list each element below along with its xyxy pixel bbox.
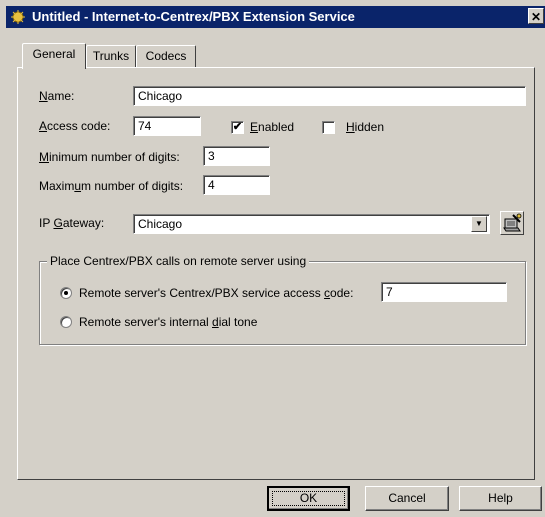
min-digits-label: Minimum number of digits: bbox=[39, 150, 180, 164]
gateway-properties-icon bbox=[503, 213, 522, 232]
groupbox-title: Place Centrex/PBX calls on remote server… bbox=[47, 254, 310, 268]
gateway-properties-button[interactable] bbox=[500, 211, 524, 235]
radio-access-code[interactable] bbox=[60, 287, 72, 299]
focus-rect bbox=[272, 491, 345, 506]
radio-internal-dial-tone[interactable] bbox=[60, 316, 72, 328]
ip-gateway-select[interactable]: Chicago bbox=[133, 214, 490, 234]
chevron-down-icon[interactable]: ▼ bbox=[471, 216, 487, 232]
min-digits-field[interactable]: 3 bbox=[203, 146, 270, 166]
max-digits-field[interactable]: 4 bbox=[203, 175, 270, 195]
remote-server-groupbox bbox=[39, 261, 526, 345]
access-code-label: Access code: bbox=[39, 119, 111, 133]
cancel-button-label: Cancel bbox=[388, 491, 426, 505]
max-digits-label: Maximum number of digits: bbox=[39, 179, 184, 193]
remote-access-code-field[interactable]: 7 bbox=[381, 282, 507, 302]
name-label: Name: bbox=[39, 89, 75, 103]
name-field[interactable]: Chicago bbox=[133, 86, 526, 106]
dialog-window: Untitled - Internet-to-Centrex/PBX Exten… bbox=[0, 0, 545, 517]
ip-gateway-label: IP Gateway: bbox=[39, 216, 105, 230]
enabled-label: Enabled bbox=[250, 120, 295, 134]
help-button[interactable]: Help bbox=[459, 486, 542, 511]
option-dial-tone-label: Remote server's internal dial tone bbox=[79, 315, 258, 329]
option-access-code-label: Remote server's Centrex/PBX service acce… bbox=[79, 286, 354, 300]
help-button-label: Help bbox=[488, 491, 513, 505]
hidden-label: Hidden bbox=[346, 120, 385, 134]
enabled-checkbox[interactable]: ✔ bbox=[231, 121, 244, 134]
radio-selected-dot bbox=[64, 291, 68, 295]
ok-button[interactable]: OK bbox=[267, 486, 350, 511]
access-code-field[interactable]: 74 bbox=[133, 116, 201, 136]
hidden-checkbox[interactable] bbox=[322, 121, 335, 134]
cancel-button[interactable]: Cancel bbox=[365, 486, 449, 511]
